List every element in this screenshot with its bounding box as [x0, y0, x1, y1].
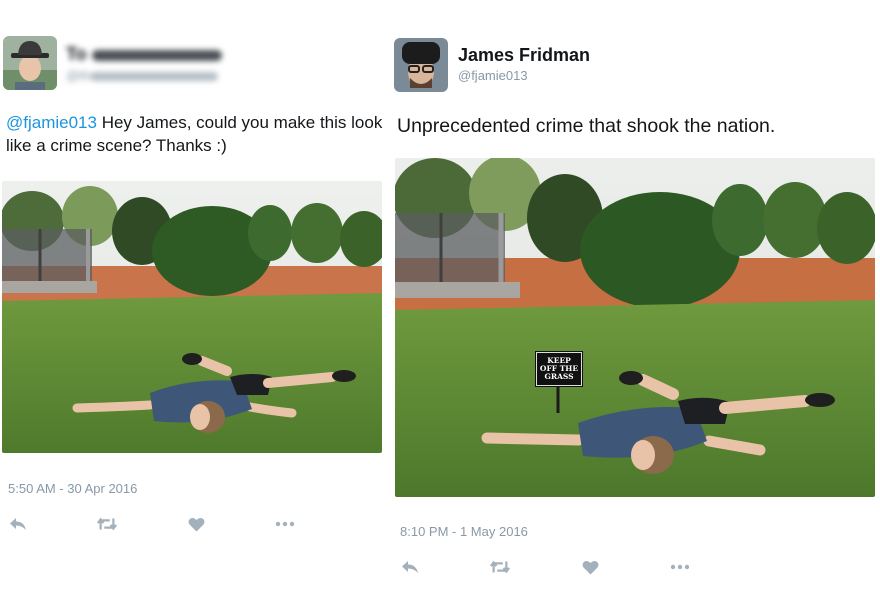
tweet-text: @fjamie013 Hey James, could you make thi…	[6, 111, 388, 157]
retweet-icon[interactable]	[97, 514, 117, 534]
reply-icon[interactable]	[400, 557, 420, 577]
like-icon[interactable]	[580, 557, 600, 577]
reply-icon[interactable]	[8, 514, 28, 534]
tweet-timestamp[interactable]: 8:10 PM - 1 May 2016	[400, 524, 528, 539]
tweet-photo[interactable]	[2, 181, 382, 453]
handle-blur-cover: @th	[66, 68, 220, 84]
tweet-text: Unprecedented crime that shook the natio…	[397, 115, 776, 137]
more-icon[interactable]	[275, 514, 295, 534]
name-blur-cover: To	[66, 44, 226, 66]
author-name[interactable]: James Fridman	[458, 45, 590, 66]
like-icon[interactable]	[186, 514, 206, 534]
more-icon[interactable]	[670, 557, 690, 577]
tweet-actions	[400, 557, 690, 577]
author-handle: @th	[66, 68, 91, 83]
mention-link[interactable]: @fjamie013	[6, 113, 97, 132]
sign-line-3: GRASS	[544, 372, 574, 381]
tweet-actions	[8, 514, 295, 534]
author-name: To	[66, 44, 87, 64]
tweet-photo[interactable]: KEEP OFF THE GRASS	[395, 158, 875, 497]
author-handle[interactable]: @fjamie013	[458, 68, 528, 83]
retweet-icon[interactable]	[490, 557, 510, 577]
original-tweet: To @th @fjamie013 Hey James, could you m…	[0, 0, 388, 600]
reply-tweet: James Fridman @fjamie013 Unprecedented c…	[392, 0, 880, 600]
tweet-timestamp[interactable]: 5:50 AM - 30 Apr 2016	[8, 481, 137, 496]
keep-off-grass-sign: KEEP OFF THE GRASS	[535, 351, 583, 387]
avatar[interactable]	[394, 38, 448, 92]
avatar[interactable]	[3, 36, 57, 90]
